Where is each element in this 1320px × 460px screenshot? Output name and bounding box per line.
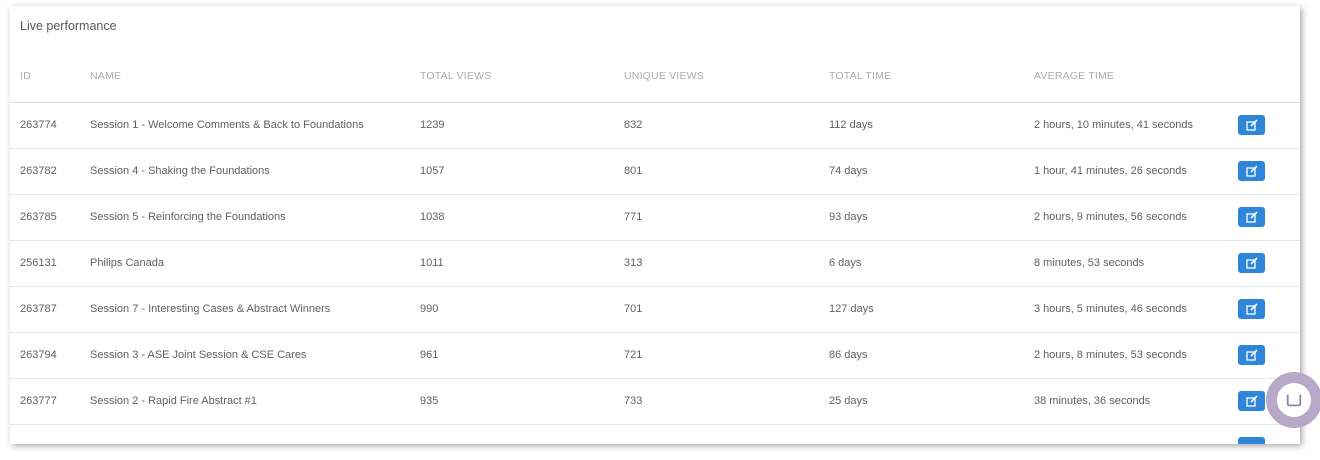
column-header-id[interactable]: ID (20, 70, 31, 82)
cell-average-time: 8 minutes, 53 seconds (1034, 257, 1145, 269)
table-row: 256131 Philips Canada 1011 313 6 days 8 … (10, 241, 1300, 287)
cell-total-views: 1057 (420, 165, 445, 177)
chat-launcher-button[interactable] (1266, 372, 1320, 428)
cell-name: Session 3 - ASE Joint Session & CSE Care… (90, 349, 307, 361)
cell-name: Session 4 - Shaking the Foundations (90, 165, 270, 177)
cell-total-time: 25 days (829, 395, 868, 407)
cell-average-time: 2 hours, 9 minutes, 56 seconds (1034, 211, 1187, 223)
cell-average-time: 1 hour, 41 minutes, 26 seconds (1034, 165, 1187, 177)
column-header-total-views[interactable]: TOTAL VIEWS (420, 70, 491, 82)
edit-button[interactable] (1238, 345, 1265, 365)
cell-total-time: 93 days (829, 211, 868, 223)
cell-total-views: 1038 (420, 211, 445, 223)
edit-button[interactable] (1238, 391, 1265, 411)
cell-id: 263794 (20, 349, 57, 361)
cell-total-views: 961 (420, 349, 439, 361)
cell-name: Session 2 - Rapid Fire Abstract #1 (90, 395, 257, 407)
cell-average-time: 38 minutes, 36 seconds (1034, 395, 1151, 407)
cell-name: Philips Canada (90, 257, 164, 269)
panel-title: Live performance (20, 19, 117, 33)
cell-total-views: 1011 (420, 257, 444, 269)
column-header-unique-views[interactable]: UNIQUE VIEWS (624, 70, 704, 82)
cell-average-time: 3 hours, 5 minutes, 46 seconds (1034, 303, 1187, 315)
live-performance-panel: Live performance ID NAME TOTAL VIEWS UNI… (10, 6, 1300, 444)
column-header-total-time[interactable]: TOTAL TIME (829, 70, 891, 82)
edit-icon (1245, 165, 1258, 177)
cell-name: Session 7 - Interesting Cases & Abstract… (90, 303, 331, 315)
cell-id: 256131 (20, 257, 57, 269)
edit-icon (1245, 119, 1258, 131)
table-row: 263794 Session 3 - ASE Joint Session & C… (10, 333, 1300, 379)
edit-icon (1245, 349, 1258, 361)
cell-total-views: 935 (420, 395, 439, 407)
cell-total-views: 990 (420, 303, 439, 315)
cell-average-time: 2 hours, 8 minutes, 53 seconds (1034, 349, 1187, 361)
table-header: ID NAME TOTAL VIEWS UNIQUE VIEWS TOTAL T… (10, 68, 1300, 103)
edit-button[interactable] (1238, 437, 1265, 444)
edit-icon (1245, 211, 1258, 223)
table-row: 263787 Session 7 - Interesting Cases & A… (10, 287, 1300, 333)
table-row: 263777 Session 2 - Rapid Fire Abstract #… (10, 379, 1300, 425)
table-row: 263782 Session 4 - Shaking the Foundatio… (10, 149, 1300, 195)
cell-id: 263774 (20, 119, 57, 131)
cell-unique-views: 313 (624, 257, 643, 269)
edit-icon (1245, 395, 1258, 407)
cell-id: 263787 (20, 303, 57, 315)
edit-icon (1245, 303, 1258, 315)
cell-total-time: 127 days (829, 303, 874, 315)
cell-average-time: 2 hours, 10 minutes, 41 seconds (1034, 119, 1193, 131)
cell-unique-views: 832 (624, 119, 643, 131)
cell-unique-views: 733 (624, 395, 643, 407)
cell-total-time: 6 days (829, 257, 862, 269)
cell-id: 263785 (20, 211, 57, 223)
edit-button[interactable] (1238, 207, 1265, 227)
cell-name: Session 1 - Welcome Comments & Back to F… (90, 119, 364, 131)
cell-total-time: 112 days (829, 119, 873, 131)
edit-button[interactable] (1238, 299, 1265, 319)
cell-unique-views: 801 (624, 165, 643, 177)
edit-icon (1245, 257, 1258, 269)
cell-name: Session 5 - Reinforcing the Foundations (90, 211, 286, 223)
cell-unique-views: 771 (624, 211, 643, 223)
cell-unique-views: 701 (624, 303, 643, 315)
cell-unique-views: 721 (624, 349, 643, 361)
edit-button[interactable] (1238, 161, 1265, 181)
chat-icon (1277, 383, 1311, 417)
cell-total-time: 86 days (829, 349, 868, 361)
table-row: 263785 Session 5 - Reinforcing the Found… (10, 195, 1300, 241)
edit-button[interactable] (1238, 115, 1265, 135)
cell-id: 263777 (20, 395, 57, 407)
cell-id: 263782 (20, 165, 57, 177)
table-body: 263774 Session 1 - Welcome Comments & Ba… (10, 103, 1300, 425)
column-header-name[interactable]: NAME (90, 70, 121, 82)
edit-button[interactable] (1238, 253, 1265, 273)
cell-total-time: 74 days (829, 165, 868, 177)
table-row: 263774 Session 1 - Welcome Comments & Ba… (10, 103, 1300, 149)
column-header-average-time[interactable]: AVERAGE TIME (1034, 70, 1114, 82)
cell-total-views: 1239 (420, 119, 445, 131)
